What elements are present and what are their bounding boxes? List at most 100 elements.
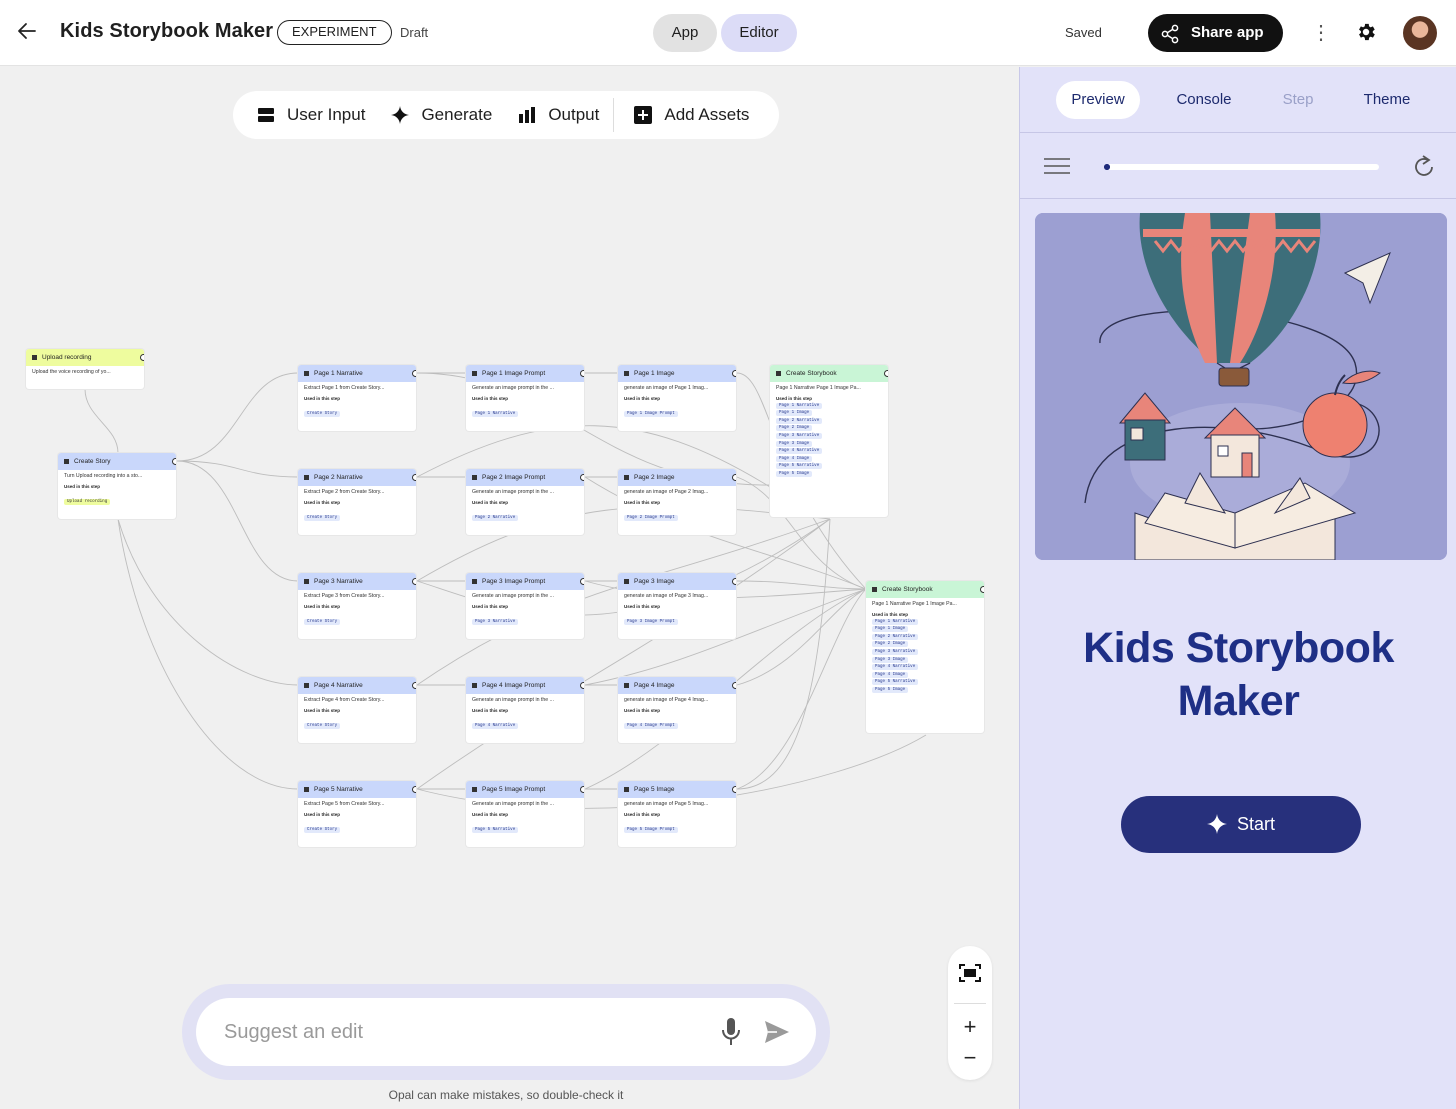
suggest-input[interactable] [224,1016,684,1048]
node-port[interactable] [580,682,584,689]
node-chip: Page 4 Image Prompt [624,723,678,729]
saved-status: Saved [1065,25,1102,40]
node-page-2-image[interactable]: Page 2 Image generate an image of Page 2… [618,469,736,535]
node-page-4-image-prompt[interactable]: Page 4 Image Prompt Generate an image pr… [466,677,584,743]
start-button[interactable]: Start [1121,796,1361,853]
node-desc: Page 1 Narrative Page 1 Image Pa... [872,601,957,607]
node-port[interactable] [412,578,416,585]
node-desc: Extract Page 1 from Create Story... [304,385,385,391]
node-port[interactable] [172,458,176,465]
mic-icon[interactable] [720,1017,742,1052]
node-create-storybook-1[interactable]: Create Storybook Page 1 Narrative Page 1… [770,365,888,517]
app-title[interactable]: Kids Storybook Maker [60,20,273,43]
node-page-1-image-prompt[interactable]: Page 1 Image Prompt Generate an image pr… [466,365,584,431]
sparkle-icon [391,106,410,124]
node-chip: Page 2 Narrative [872,633,919,640]
sparkle-icon [472,786,477,792]
avatar[interactable] [1403,16,1437,50]
generate-button[interactable]: Generate [391,91,492,139]
node-desc: Upload the voice recording of yo... [32,369,111,375]
node-chip: Page 1 Narrative [872,618,919,625]
node-port[interactable] [732,786,736,793]
node-desc: generate an image of Page 5 Imag... [624,801,709,807]
node-page-5-narrative[interactable]: Page 5 Narrative Extract Page 5 from Cre… [298,781,416,847]
share-app-button[interactable]: Share app [1148,14,1283,52]
node-title: Page 4 Image Prompt [482,682,546,689]
user-input-button[interactable]: User Input [257,91,365,139]
share-app-label: Share app [1191,24,1264,41]
sparkle-icon [472,578,477,584]
node-port[interactable] [580,786,584,793]
add-assets-button[interactable]: Add Assets [634,91,749,139]
gear-icon[interactable] [1355,21,1377,48]
back-arrow-icon[interactable] [16,20,40,44]
output-label: Output [548,105,600,124]
node-port[interactable] [580,578,584,585]
node-port[interactable] [732,370,736,377]
node-desc: generate an image of Page 2 Imag... [624,489,709,495]
node-page-3-narrative[interactable]: Page 3 Narrative Extract Page 3 from Cre… [298,573,416,639]
node-chip: Page 1 Image [776,410,813,417]
node-page-2-image-prompt[interactable]: Page 2 Image Prompt Generate an image pr… [466,469,584,535]
output-button[interactable]: Output [518,91,599,139]
add-step-toolbar: User Input Generate Output Add Assets [233,91,779,139]
node-page-5-image-prompt[interactable]: Page 5 Image Prompt Generate an image pr… [466,781,584,847]
zoom-out-button[interactable]: − [948,1045,992,1071]
sparkle-icon [472,682,477,688]
node-desc: Extract Page 4 from Create Story... [304,697,385,703]
zoom-divider [954,1003,986,1004]
mode-editor-button[interactable]: Editor [721,14,797,52]
node-chip: Page 3 Image [872,656,909,663]
suggest-bar [182,984,830,1080]
tab-preview[interactable]: Preview [1056,81,1140,119]
tab-theme[interactable]: Theme [1348,81,1426,119]
node-title: Page 2 Narrative [314,474,363,481]
node-used-label: Used in this step [304,604,341,609]
zoom-in-button[interactable]: + [948,1014,992,1040]
node-page-4-narrative[interactable]: Page 4 Narrative Extract Page 4 from Cre… [298,677,416,743]
node-port[interactable] [580,370,584,377]
node-port[interactable] [980,586,984,593]
top-bar: Kids Storybook Maker EXPERIMENT Draft Ap… [0,0,1456,66]
node-page-1-narrative[interactable]: Page 1 Narrative Extract Page 1 from Cre… [298,365,416,431]
fit-screen-icon[interactable] [959,964,981,982]
node-chip: Page 4 Image [776,455,813,462]
menu-icon[interactable] [1044,158,1070,174]
mode-app-button[interactable]: App [653,14,717,52]
node-chip: Page 3 Narrative [872,648,919,655]
node-port[interactable] [412,682,416,689]
node-port[interactable] [412,474,416,481]
refresh-icon[interactable] [1410,153,1438,181]
node-used-label: Used in this step [872,612,909,617]
tab-step[interactable]: Step [1264,81,1332,119]
more-vert-icon[interactable]: ⋮ [1311,20,1331,45]
node-chip: Page 3 Narrative [472,619,519,625]
node-port[interactable] [732,682,736,689]
node-desc: Generate an image prompt in the ... [472,593,554,599]
node-create-story[interactable]: Create Story Turn Upload recording into … [58,453,176,519]
node-port[interactable] [732,474,736,481]
output-icon [872,586,877,592]
node-page-2-narrative[interactable]: Page 2 Narrative Extract Page 2 from Cre… [298,469,416,535]
node-port[interactable] [580,474,584,481]
send-icon[interactable] [764,1020,790,1049]
node-upload-recording[interactable]: Upload recording Upload the voice record… [26,349,144,389]
node-create-storybook-2[interactable]: Create Storybook Page 1 Narrative Page 1… [866,581,984,733]
node-page-1-image[interactable]: Page 1 Image generate an image of Page 1… [618,365,736,431]
node-port[interactable] [732,578,736,585]
node-page-3-image[interactable]: Page 3 Image generate an image of Page 3… [618,573,736,639]
node-used-label: Used in this step [776,396,813,401]
node-page-5-image[interactable]: Page 5 Image generate an image of Page 5… [618,781,736,847]
node-page-3-image-prompt[interactable]: Page 3 Image Prompt Generate an image pr… [466,573,584,639]
node-port[interactable] [412,370,416,377]
start-label: Start [1236,814,1275,834]
toolbar-divider [613,98,615,132]
node-desc: generate an image of Page 4 Imag... [624,697,709,703]
graph-canvas[interactable]: Upload recording Upload the voice record… [0,67,1018,1109]
node-port[interactable] [140,354,144,361]
node-port[interactable] [412,786,416,793]
node-port[interactable] [884,370,888,377]
tab-console[interactable]: Console [1160,81,1248,119]
sparkle-icon [472,474,477,480]
node-page-4-image[interactable]: Page 4 Image generate an image of Page 4… [618,677,736,743]
